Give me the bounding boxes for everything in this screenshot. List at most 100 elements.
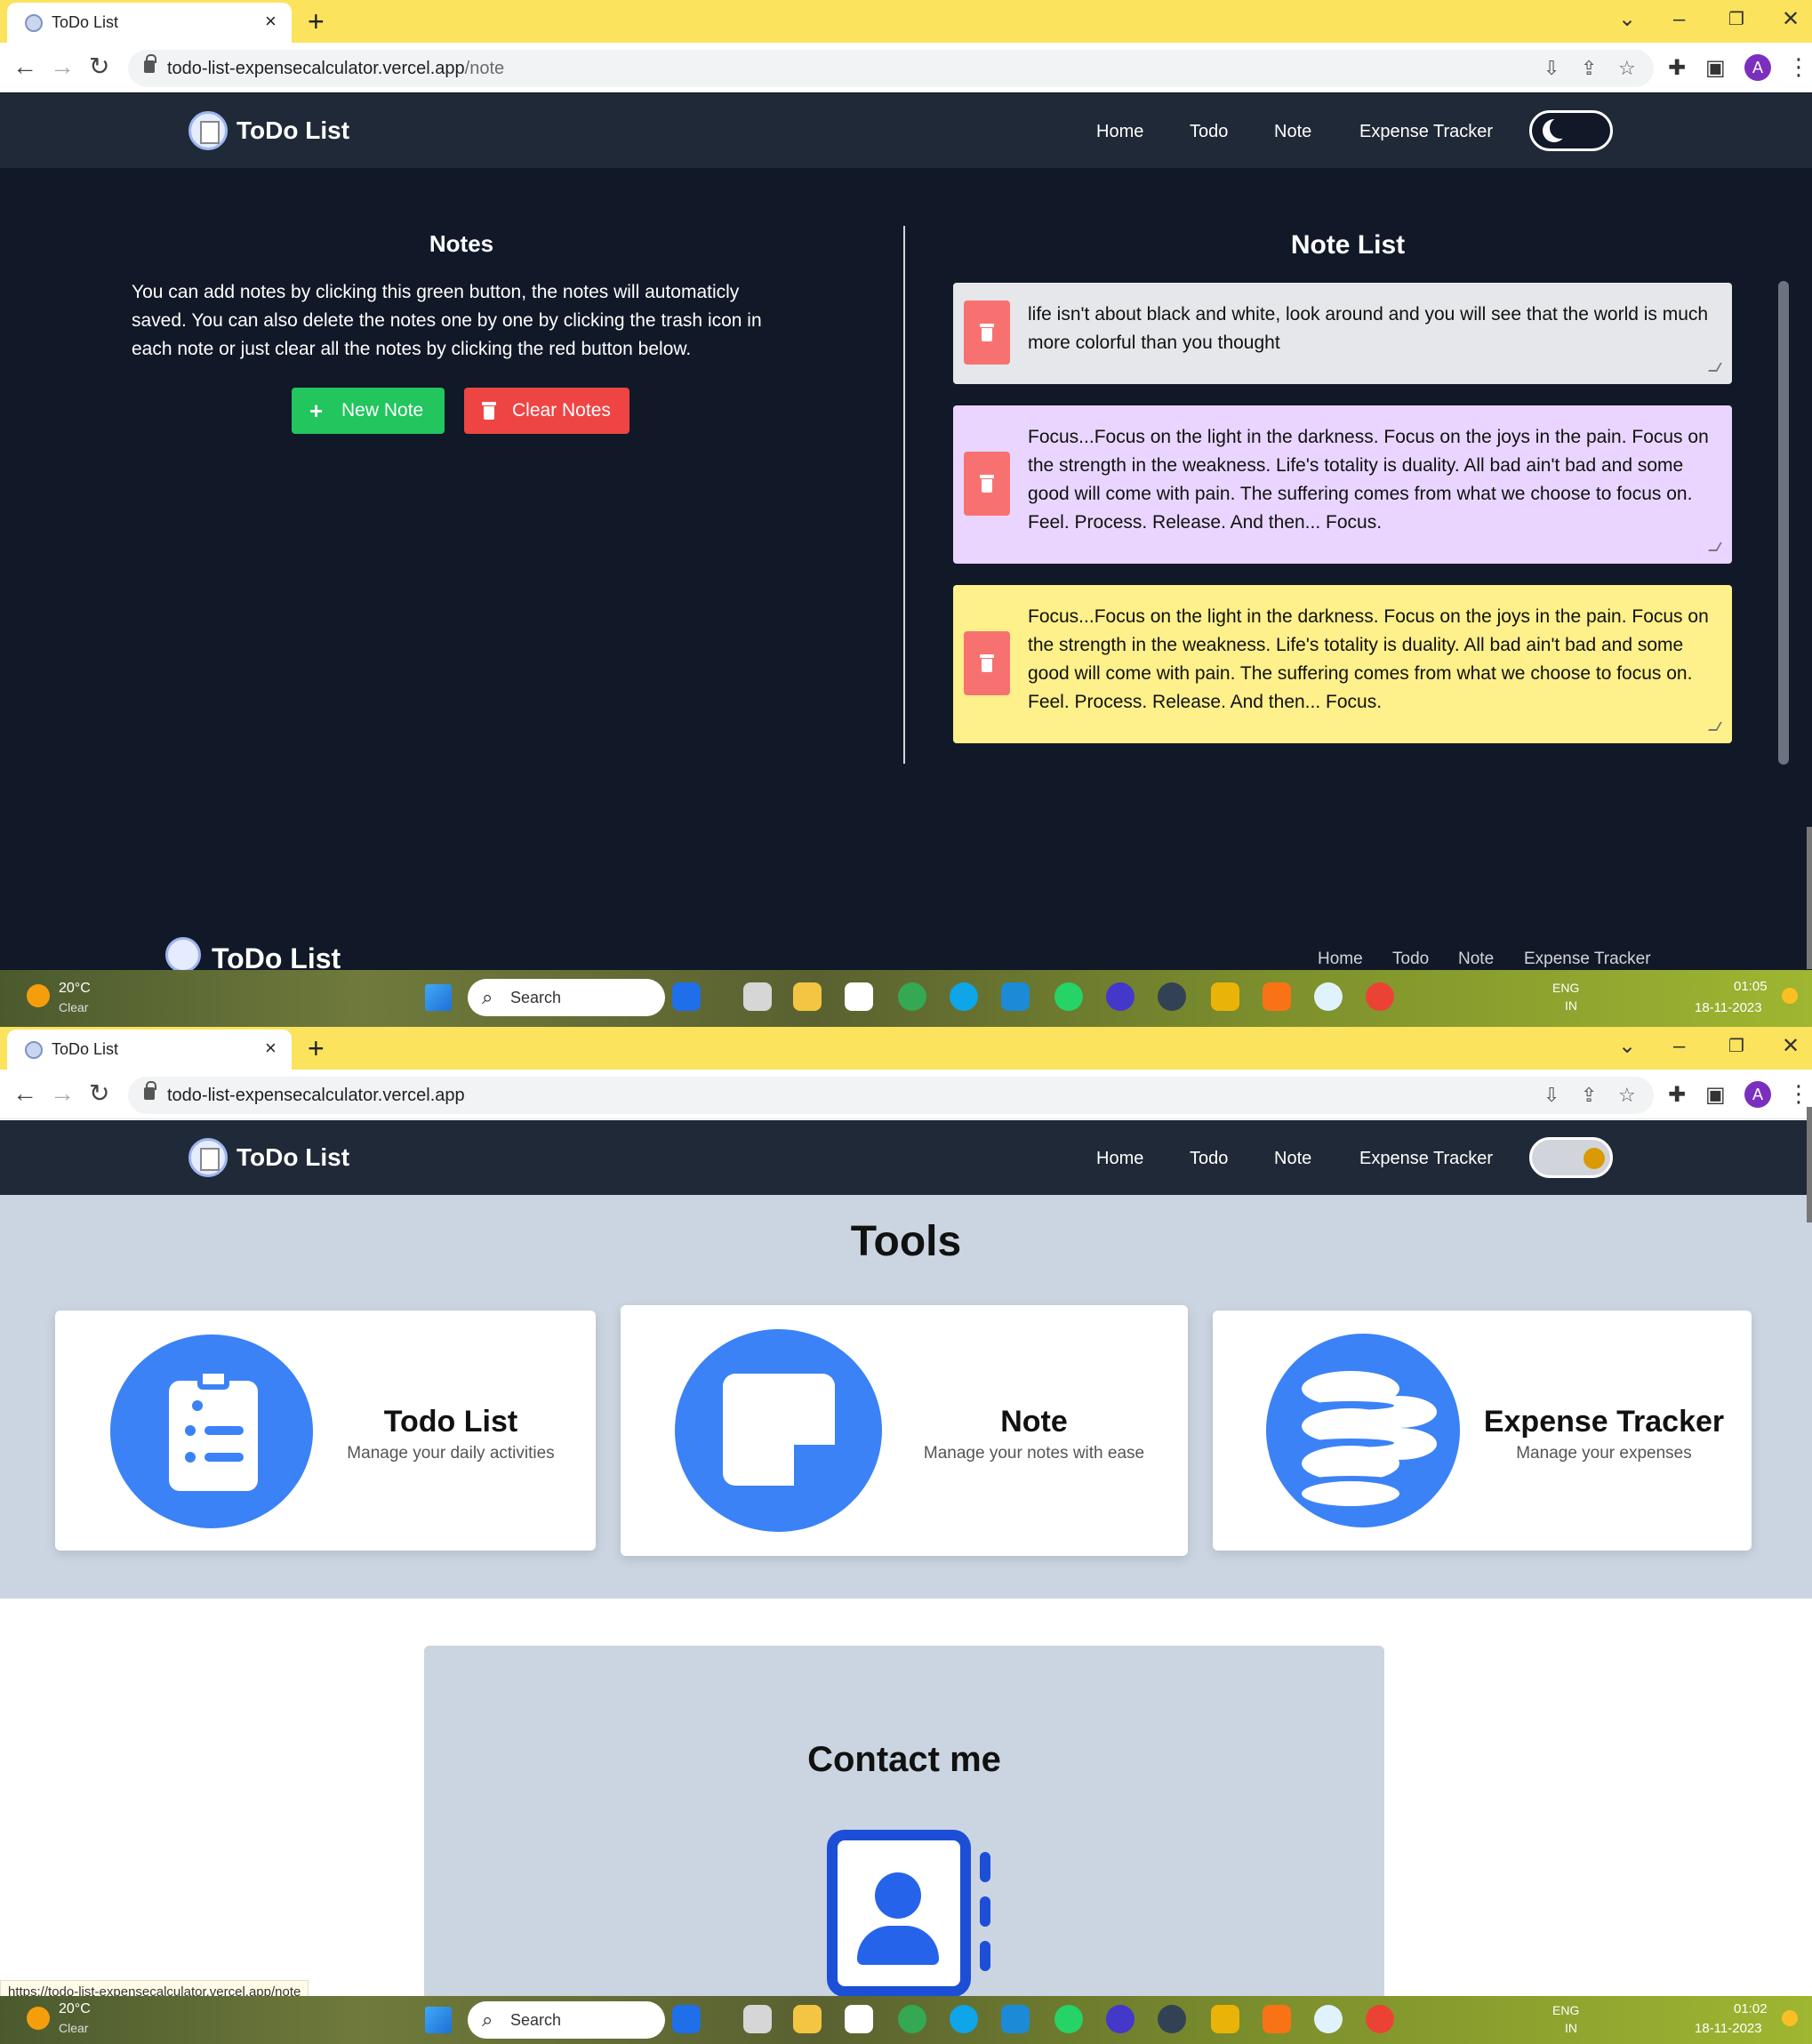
delete-note-button[interactable] bbox=[964, 631, 1010, 695]
brand-title[interactable]: ToDo List bbox=[237, 1143, 349, 1172]
bookmark-star-icon[interactable]: ☆ bbox=[1618, 1084, 1636, 1107]
resize-handle-icon[interactable] bbox=[1708, 722, 1722, 731]
nav-home[interactable]: Home bbox=[1096, 1149, 1143, 1169]
theme-toggle[interactable] bbox=[1529, 1137, 1613, 1178]
expense-tracker-card[interactable]: Expense Tracker Manage your expenses bbox=[1213, 1311, 1752, 1551]
note-textarea[interactable]: life isn't about black and white, look a… bbox=[1028, 301, 1721, 357]
app-icon[interactable] bbox=[1158, 982, 1186, 1011]
browser-menu-icon[interactable]: ⋮ bbox=[1787, 1080, 1810, 1108]
nav-expense-tracker[interactable]: Expense Tracker bbox=[1359, 122, 1493, 142]
clear-notes-button[interactable]: Clear Notes bbox=[464, 388, 629, 434]
delete-note-button[interactable] bbox=[964, 452, 1010, 516]
brand-title[interactable]: ToDo List bbox=[237, 116, 349, 145]
app-icon[interactable] bbox=[1158, 2005, 1186, 2033]
restore-icon[interactable]: ❐ bbox=[1728, 1032, 1744, 1061]
notification-bell-icon[interactable] bbox=[1782, 2010, 1798, 2026]
chrome-icon[interactable] bbox=[898, 2005, 926, 2033]
footer-link-todo[interactable]: Todo bbox=[1392, 950, 1429, 969]
back-icon[interactable]: ← bbox=[12, 1078, 37, 1109]
whatsapp-icon[interactable] bbox=[1054, 2005, 1083, 2033]
nav-todo[interactable]: Todo bbox=[1190, 1149, 1228, 1169]
share-icon[interactable]: ⇪ bbox=[1581, 1084, 1597, 1107]
delete-note-button[interactable] bbox=[964, 301, 1010, 365]
app-icon[interactable] bbox=[1314, 982, 1343, 1011]
window-close-icon[interactable]: ✕ bbox=[1782, 1032, 1800, 1061]
chrome-icon[interactable] bbox=[898, 982, 926, 1011]
new-tab-icon[interactable]: + bbox=[308, 4, 325, 39]
footer-link-home[interactable]: Home bbox=[1318, 950, 1363, 969]
reload-icon[interactable]: ↻ bbox=[89, 52, 109, 82]
windows-start-icon[interactable] bbox=[425, 2007, 452, 2033]
chrome-profile-icon[interactable] bbox=[1366, 982, 1394, 1011]
store-icon[interactable] bbox=[845, 2005, 873, 2033]
resize-handle-icon[interactable] bbox=[1708, 542, 1722, 551]
taskbar-search[interactable]: ⌕ Search bbox=[468, 979, 665, 1016]
copilot-icon[interactable] bbox=[672, 2005, 701, 2033]
notification-bell-icon[interactable] bbox=[1782, 988, 1798, 1004]
vlc-icon[interactable] bbox=[1263, 982, 1291, 1011]
tab-search-chevron-icon[interactable]: ⌄ bbox=[1618, 1032, 1636, 1061]
clock-date[interactable]: 18-11-2023 bbox=[1695, 1000, 1762, 1015]
app-icon[interactable] bbox=[1106, 982, 1135, 1011]
windows-start-icon[interactable] bbox=[425, 984, 452, 1011]
window-close-icon[interactable]: ✕ bbox=[1782, 5, 1800, 34]
share-icon[interactable]: ⇪ bbox=[1581, 57, 1597, 80]
footer-link-note[interactable]: Note bbox=[1458, 950, 1494, 969]
install-app-icon[interactable]: ⇩ bbox=[1543, 57, 1559, 80]
page-scrollbar[interactable] bbox=[1807, 1107, 1812, 1222]
skype-icon[interactable] bbox=[950, 982, 978, 1011]
file-explorer-icon[interactable] bbox=[793, 2005, 822, 2033]
weather-sun-icon[interactable] bbox=[27, 984, 50, 1007]
taskbar-search[interactable]: ⌕ Search bbox=[468, 2001, 665, 2039]
minimize-icon[interactable]: – bbox=[1673, 1032, 1685, 1061]
task-view-icon[interactable] bbox=[743, 982, 772, 1011]
language-indicator[interactable]: ENG bbox=[1552, 981, 1579, 995]
clock-time[interactable]: 01:02 bbox=[1734, 2001, 1768, 2016]
note-card[interactable]: Note Manage your notes with ease bbox=[621, 1305, 1188, 1556]
vscode-icon[interactable] bbox=[1001, 2005, 1030, 2033]
nav-todo[interactable]: Todo bbox=[1190, 122, 1228, 142]
note-textarea[interactable]: Focus...Focus on the light in the darkne… bbox=[1028, 603, 1721, 717]
clock-date[interactable]: 18-11-2023 bbox=[1695, 2021, 1762, 2036]
side-panel-icon[interactable]: ▣ bbox=[1705, 1082, 1726, 1108]
profile-avatar[interactable]: A bbox=[1744, 1081, 1771, 1108]
minimize-icon[interactable]: – bbox=[1673, 5, 1685, 34]
whatsapp-icon[interactable] bbox=[1054, 982, 1083, 1011]
task-view-icon[interactable] bbox=[743, 2005, 772, 2033]
note-list-scrollbar[interactable] bbox=[1778, 281, 1789, 765]
page-scrollbar[interactable] bbox=[1807, 827, 1812, 969]
browser-tab[interactable]: ToDo List × bbox=[7, 1030, 292, 1070]
chrome-profile-icon[interactable] bbox=[1366, 2005, 1394, 2033]
todo-list-card[interactable]: Todo List Manage your daily activities bbox=[55, 1311, 596, 1551]
theme-toggle[interactable] bbox=[1529, 110, 1613, 151]
footer-link-expense-tracker[interactable]: Expense Tracker bbox=[1524, 950, 1651, 969]
file-explorer-icon[interactable] bbox=[793, 982, 822, 1011]
forward-icon[interactable]: → bbox=[50, 52, 75, 82]
new-note-button[interactable]: + New Note bbox=[292, 388, 445, 434]
tab-search-chevron-icon[interactable]: ⌄ bbox=[1618, 5, 1636, 34]
weather-sun-icon[interactable] bbox=[27, 2007, 50, 2030]
note-textarea[interactable]: Focus...Focus on the light in the darkne… bbox=[1028, 423, 1721, 537]
nav-note[interactable]: Note bbox=[1274, 1149, 1311, 1169]
copilot-icon[interactable] bbox=[672, 982, 701, 1011]
address-bar[interactable]: todo-list-expensecalculator.vercel.app ⇩… bbox=[128, 1077, 1654, 1114]
store-icon[interactable] bbox=[845, 982, 873, 1011]
app-icon[interactable] bbox=[1314, 2005, 1343, 2033]
new-tab-icon[interactable]: + bbox=[308, 1030, 325, 1066]
install-app-icon[interactable]: ⇩ bbox=[1543, 1084, 1559, 1107]
sticky-notes-icon[interactable] bbox=[1211, 2005, 1239, 2033]
browser-menu-icon[interactable]: ⋮ bbox=[1787, 53, 1810, 81]
sticky-notes-icon[interactable] bbox=[1211, 982, 1239, 1011]
reload-icon[interactable]: ↻ bbox=[89, 1078, 109, 1109]
language-indicator[interactable]: ENG bbox=[1552, 2003, 1579, 2017]
side-panel-icon[interactable]: ▣ bbox=[1705, 55, 1726, 81]
nav-note[interactable]: Note bbox=[1274, 122, 1311, 142]
browser-tab[interactable]: ToDo List × bbox=[7, 3, 292, 43]
profile-avatar[interactable]: A bbox=[1744, 54, 1771, 81]
forward-icon[interactable]: → bbox=[50, 1078, 75, 1109]
bookmark-star-icon[interactable]: ☆ bbox=[1618, 57, 1636, 80]
tab-close-icon[interactable]: × bbox=[265, 10, 277, 33]
extensions-puzzle-icon[interactable]: ✚ bbox=[1668, 1082, 1686, 1108]
back-icon[interactable]: ← bbox=[12, 52, 37, 82]
nav-expense-tracker[interactable]: Expense Tracker bbox=[1359, 1149, 1493, 1169]
